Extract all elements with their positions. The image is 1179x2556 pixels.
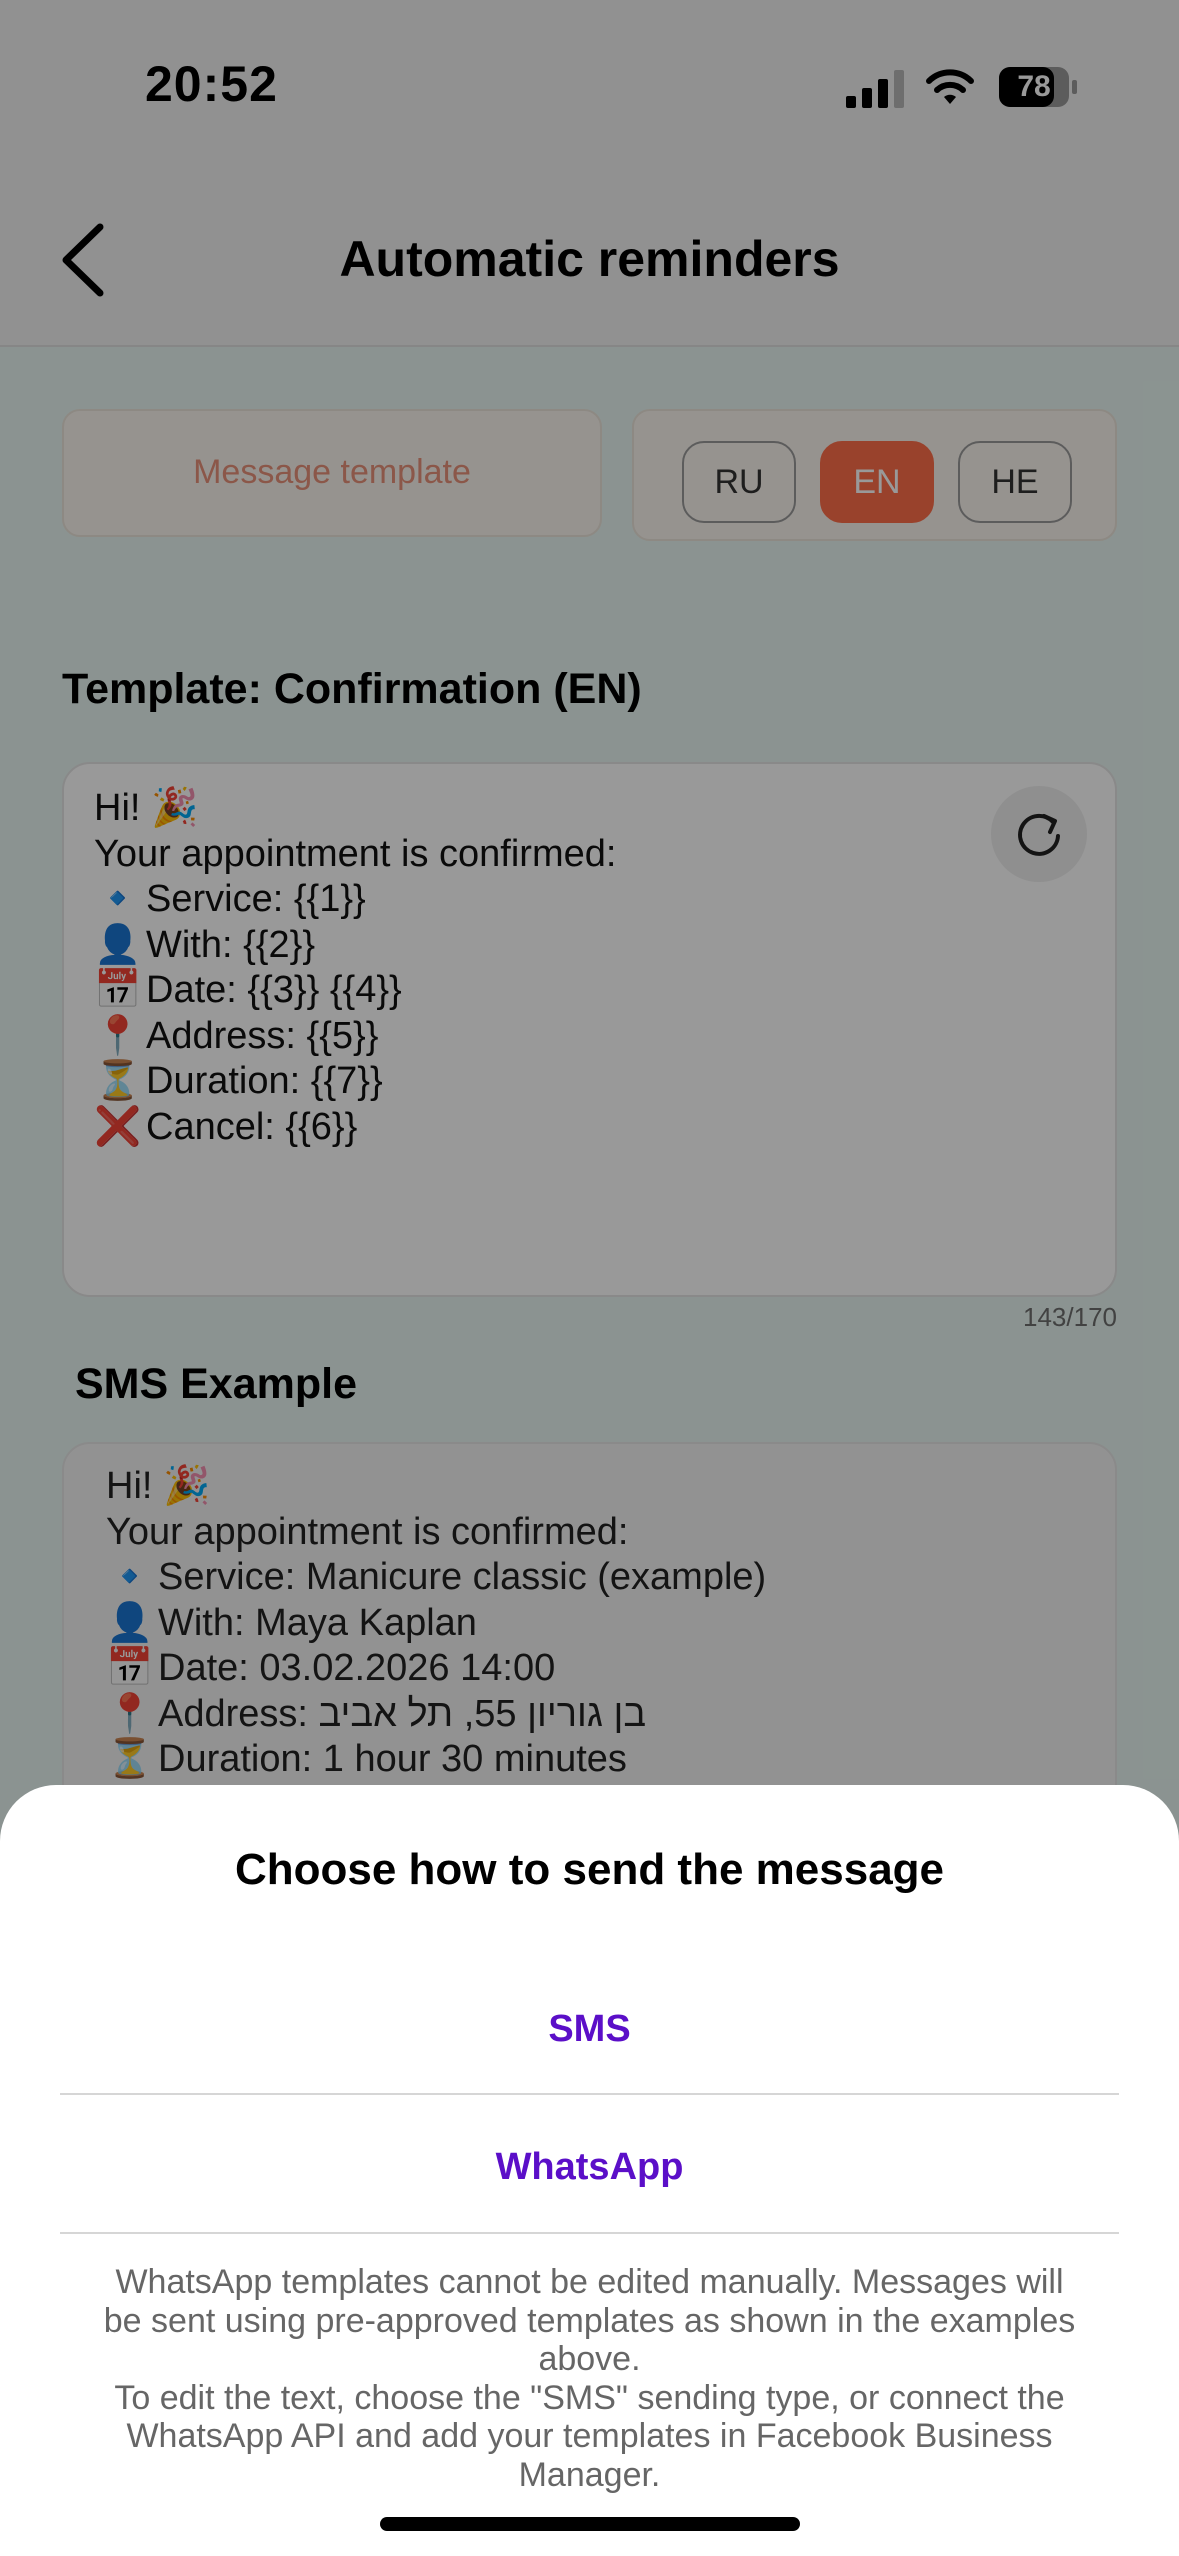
send-method-sheet: Choose how to send the message SMS Whats… (0, 1785, 1179, 2556)
sms-option-button[interactable]: SMS (60, 1960, 1119, 2098)
home-indicator (380, 2517, 800, 2531)
app-screen: 20:52 78 Automatic reminders Message tem… (0, 0, 1179, 2556)
divider (60, 2093, 1119, 2095)
divider (60, 2232, 1119, 2234)
sheet-title: Choose how to send the message (234, 1845, 945, 1894)
whatsapp-note: WhatsApp templates cannot be edited manu… (103, 2263, 1076, 2494)
whatsapp-option-button[interactable]: WhatsApp (60, 2098, 1119, 2236)
